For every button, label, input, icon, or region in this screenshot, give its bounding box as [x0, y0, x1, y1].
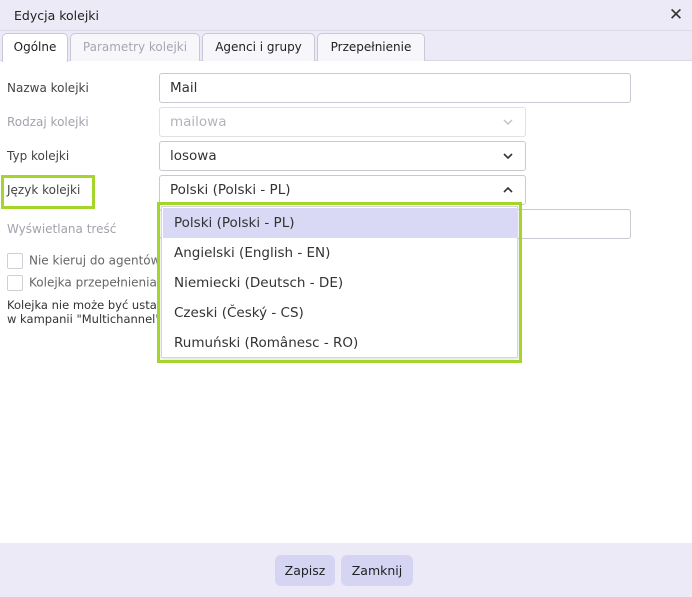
chevron-down-icon: [503, 153, 513, 160]
displayed-content-label: Wyświetlana treść: [7, 222, 117, 236]
title-bar: Edycja kolejki ✕: [0, 0, 692, 31]
language-option[interactable]: Rumuński (Românesc - RO): [163, 328, 518, 358]
queue-name-label: Nazwa kolejki: [7, 81, 89, 95]
queue-type-value: losowa: [170, 148, 217, 164]
queue-kind-value: mailowa: [170, 114, 227, 130]
language-dropdown-list: Polski (Polski - PL) Angielski (English …: [161, 206, 518, 358]
language-option[interactable]: Czeski (Český - CS): [163, 298, 518, 328]
overflow-queue-checkbox[interactable]: [7, 275, 23, 291]
close-button[interactable]: Zamknij: [341, 555, 413, 586]
queue-language-select[interactable]: Polski (Polski - PL): [159, 175, 526, 205]
queue-kind-select: mailowa: [159, 107, 526, 137]
no-agents-label: Nie kieruj do agentów: [29, 253, 161, 268]
window-title: Edycja kolejki: [14, 8, 99, 23]
checkbox-row-no-agents[interactable]: Nie kieruj do agentów: [7, 253, 160, 269]
dialog-footer: Zapisz Zamknij: [0, 543, 692, 597]
tab-bar: Ogólne Parametry kolejki Agenci i grupy …: [0, 31, 692, 62]
overflow-queue-label: Kolejka przepełnienia: [29, 275, 157, 290]
language-option[interactable]: Niemiecki (Deutsch - DE): [163, 268, 518, 298]
close-icon[interactable]: ✕: [666, 5, 686, 25]
queue-note: Kolejka nie może być ustawiona w kampani…: [7, 298, 157, 326]
queue-kind-label: Rodzaj kolejki: [7, 115, 89, 129]
tab-overflow[interactable]: Przepełnienie: [317, 33, 425, 61]
no-agents-checkbox[interactable]: [7, 253, 23, 269]
chevron-up-icon: [503, 186, 513, 193]
language-option[interactable]: Angielski (English - EN): [163, 238, 518, 268]
language-option[interactable]: Polski (Polski - PL): [163, 208, 518, 238]
checkbox-row-overflow-queue[interactable]: Kolejka przepełnienia: [7, 275, 157, 291]
queue-note-line2: w kampanii "Multichannel": [7, 312, 157, 326]
queue-type-select[interactable]: losowa: [159, 141, 526, 171]
queue-language-label: Język kolejki: [7, 183, 81, 197]
chevron-down-icon: [503, 119, 513, 126]
queue-type-label: Typ kolejki: [7, 149, 70, 163]
tab-agents-groups[interactable]: Agenci i grupy: [202, 33, 315, 61]
queue-name-input[interactable]: Mail: [159, 73, 631, 103]
save-button[interactable]: Zapisz: [275, 555, 335, 586]
queue-note-line1: Kolejka nie może być ustawiona: [7, 298, 157, 312]
tab-general[interactable]: Ogólne: [2, 33, 68, 62]
queue-language-value: Polski (Polski - PL): [170, 182, 291, 198]
tab-queue-parameters: Parametry kolejki: [70, 33, 200, 61]
